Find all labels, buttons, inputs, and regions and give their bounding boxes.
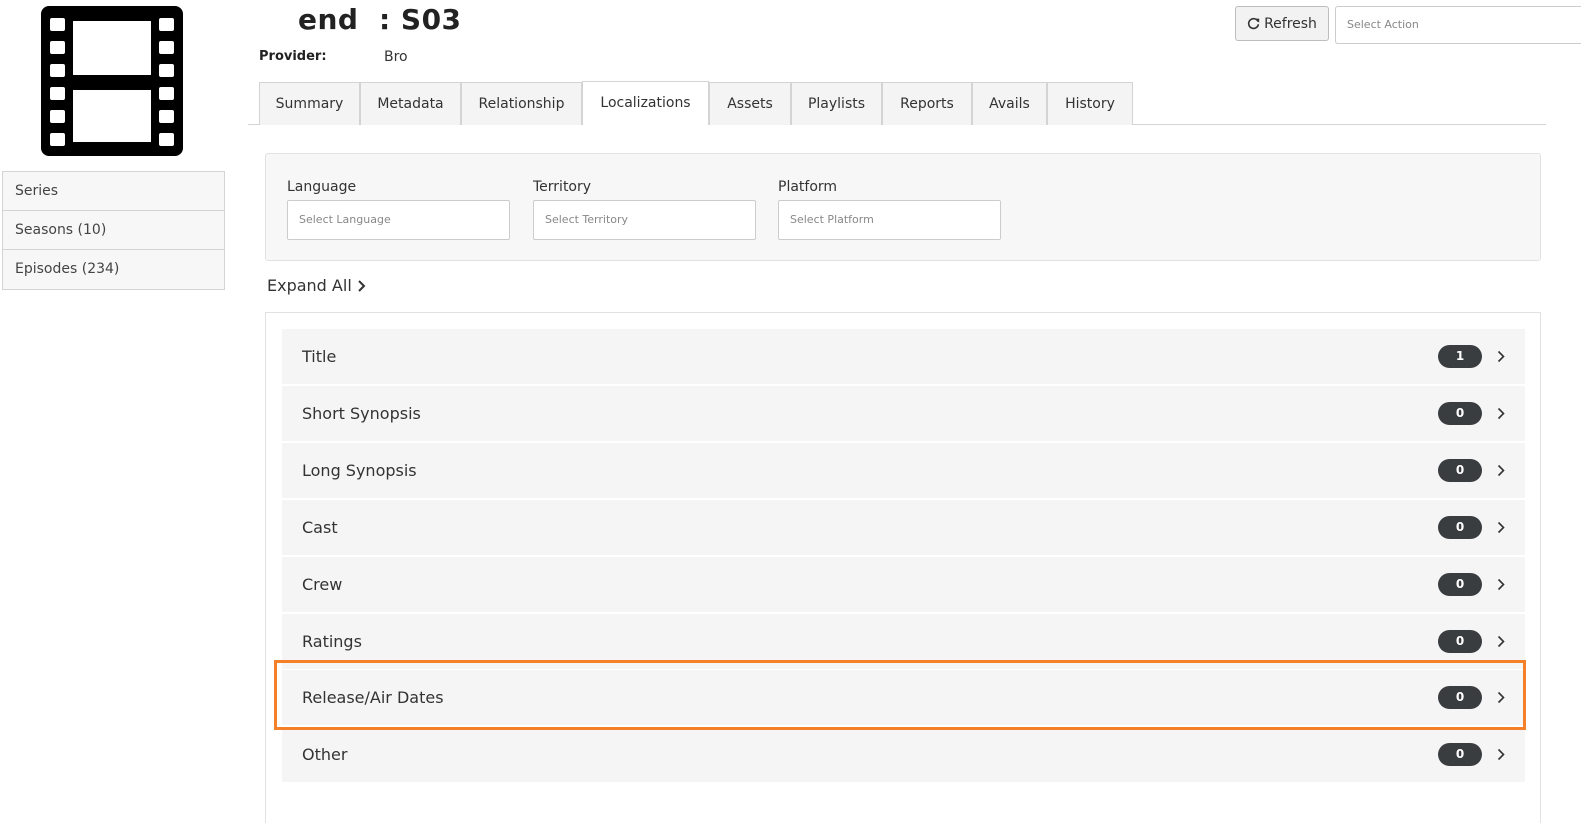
section-row-short-synopsis[interactable]: Short Synopsis 0 — [282, 386, 1525, 441]
tab-reports[interactable]: Reports — [882, 82, 972, 125]
film-strip-icon — [41, 6, 183, 156]
chevron-right-icon — [1497, 691, 1505, 704]
provider-value: Bro — [384, 49, 408, 65]
section-row-crew[interactable]: Crew 0 — [282, 557, 1525, 612]
tab-bar: Summary Metadata Relationship Localizati… — [248, 81, 1546, 125]
section-row-other[interactable]: Other 0 — [282, 727, 1525, 782]
section-label: Ratings — [302, 632, 362, 651]
sidebar-item-series[interactable]: Series — [3, 172, 224, 211]
chevron-right-icon — [358, 279, 366, 292]
count-badge: 0 — [1438, 743, 1482, 766]
section-label: Title — [302, 347, 337, 366]
tab-summary[interactable]: Summary — [259, 82, 360, 125]
language-label: Language — [287, 179, 357, 195]
section-label: Cast — [302, 518, 338, 537]
tab-metadata[interactable]: Metadata — [360, 82, 461, 125]
localization-sections: Title 1 Short Synopsis 0 Long Synopsis 0… — [265, 312, 1541, 823]
section-label: Release/Air Dates — [302, 688, 444, 707]
section-label: Short Synopsis — [302, 404, 421, 423]
tab-assets[interactable]: Assets — [709, 82, 791, 125]
sidebar-nav: Series Seasons (10) Episodes (234) — [2, 171, 225, 290]
section-label: Other — [302, 745, 348, 764]
filter-panel: Language Select Language Territory Selec… — [265, 153, 1541, 261]
expand-all-label: Expand All — [267, 276, 352, 295]
tab-playlists[interactable]: Playlists — [791, 82, 882, 125]
count-badge: 0 — [1438, 516, 1482, 539]
chevron-right-icon — [1497, 578, 1505, 591]
tab-avails[interactable]: Avails — [972, 82, 1047, 125]
section-row-ratings[interactable]: Ratings 0 — [282, 614, 1525, 669]
refresh-button[interactable]: Refresh — [1235, 6, 1329, 41]
platform-select[interactable]: Select Platform — [778, 200, 1001, 240]
section-label: Long Synopsis — [302, 461, 417, 480]
tab-relationship[interactable]: Relationship — [461, 82, 582, 125]
sidebar-item-episodes[interactable]: Episodes (234) — [3, 250, 224, 289]
chevron-right-icon — [1497, 748, 1505, 761]
section-row-title[interactable]: Title 1 — [282, 329, 1525, 384]
section-row-release-air-dates[interactable]: Release/Air Dates 0 — [282, 670, 1525, 725]
language-select[interactable]: Select Language — [287, 200, 510, 240]
chevron-right-icon — [1497, 521, 1505, 534]
refresh-icon — [1247, 17, 1260, 30]
count-badge: 0 — [1438, 459, 1482, 482]
territory-select[interactable]: Select Territory — [533, 200, 756, 240]
count-badge: 0 — [1438, 402, 1482, 425]
count-badge: 0 — [1438, 573, 1482, 596]
count-badge: 0 — [1438, 630, 1482, 653]
section-row-long-synopsis[interactable]: Long Synopsis 0 — [282, 443, 1525, 498]
provider-label: Provider: — [259, 49, 327, 64]
refresh-label: Refresh — [1264, 15, 1317, 32]
chevron-right-icon — [1497, 635, 1505, 648]
action-select[interactable]: Select Action — [1335, 6, 1581, 44]
count-badge: 0 — [1438, 686, 1482, 709]
section-row-cast[interactable]: Cast 0 — [282, 500, 1525, 555]
count-badge: 1 — [1438, 345, 1482, 368]
expand-all-link[interactable]: Expand All — [267, 276, 366, 295]
section-label: Crew — [302, 575, 343, 594]
territory-label: Territory — [533, 179, 592, 195]
chevron-right-icon — [1497, 350, 1505, 363]
platform-label: Platform — [778, 179, 838, 195]
tab-history[interactable]: History — [1047, 82, 1133, 125]
sidebar-item-seasons[interactable]: Seasons (10) — [3, 211, 224, 250]
chevron-right-icon — [1497, 464, 1505, 477]
page-title: end : S03 — [298, 3, 462, 36]
chevron-right-icon — [1497, 407, 1505, 420]
tab-localizations[interactable]: Localizations — [582, 81, 709, 125]
